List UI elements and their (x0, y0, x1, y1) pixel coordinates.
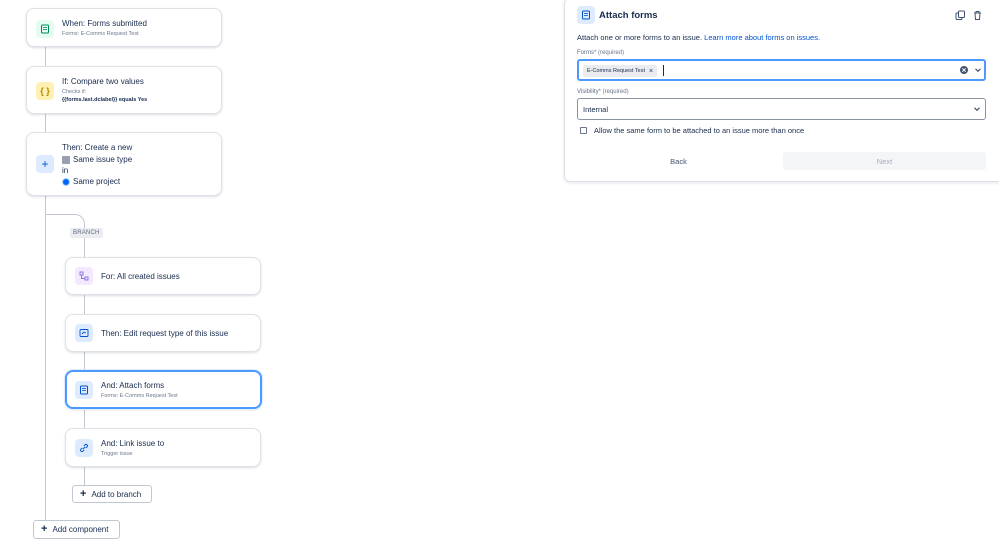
link-issue-title: And: Link issue to (101, 439, 165, 448)
form-icon (577, 6, 595, 24)
create-line2: in (62, 166, 69, 175)
create-line1-text: Same issue type (73, 155, 133, 164)
attach-forms-card[interactable]: And: Attach forms Forms: E-Comms Request… (65, 370, 262, 409)
create-title: Then: Create a new (62, 143, 133, 152)
branch-for-card[interactable]: For: All created issues (65, 257, 261, 295)
add-component-label: Add component (52, 525, 109, 534)
trash-icon[interactable] (972, 10, 983, 21)
link-issue-card[interactable]: And: Link issue to Trigger issue (65, 428, 261, 467)
braces-icon: { } (36, 82, 54, 100)
add-to-branch-label: Add to branch (91, 489, 142, 499)
next-button[interactable]: Next (783, 152, 986, 170)
issue-type-icon (62, 155, 70, 164)
add-to-branch-button[interactable]: + Add to branch (72, 485, 152, 503)
allow-duplicate-label: Allow the same form to be attached to an… (594, 126, 805, 135)
branch-for-title: For: All created issues (101, 272, 180, 281)
visibility-value: Internal (583, 105, 609, 114)
condition-card[interactable]: { } If: Compare two values Checks if: {{… (26, 66, 222, 114)
flow-line-main (45, 46, 46, 524)
create-line3-text: Same project (73, 177, 121, 186)
edit-request-title: Then: Edit request type of this issue (101, 329, 229, 338)
edit-request-card[interactable]: Then: Edit request type of this issue (65, 314, 261, 352)
visibility-field-label: Visibility* (required) (577, 89, 629, 95)
forms-required-text: * (required) (594, 50, 625, 56)
panel-description: Attach one or more forms to an issue. Le… (577, 33, 820, 42)
visibility-select[interactable]: Internal (577, 98, 986, 120)
condition-title: If: Compare two values (62, 77, 144, 86)
create-issue-card[interactable]: + Then: Create a new Same issue type in … (26, 132, 222, 196)
trigger-title: When: Forms submitted (62, 19, 147, 28)
plus-icon: + (80, 487, 87, 500)
trigger-subtitle: Forms: E-Comms Request Test (62, 31, 139, 37)
plus-icon: + (41, 523, 48, 535)
attach-forms-panel: Attach forms Attach one or more forms to… (564, 0, 999, 182)
clear-icon[interactable] (959, 65, 969, 75)
form-icon (75, 381, 93, 399)
duplicate-icon[interactable] (955, 10, 966, 21)
create-line1: Same issue type (62, 155, 132, 164)
chip-remove-icon[interactable]: × (649, 68, 653, 75)
learn-more-link[interactable]: Learn more about forms on issues. (704, 33, 820, 42)
panel-title: Attach forms (599, 10, 658, 21)
visibility-label-text: Visibility (577, 89, 599, 95)
forms-field-label: Forms* (required) (577, 50, 624, 56)
edit-request-icon (75, 324, 93, 342)
allow-duplicate-checkbox[interactable] (580, 127, 587, 134)
create-line3: Same project (62, 177, 120, 186)
description-text: Attach one or more forms to an issue. (577, 33, 703, 42)
trigger-card[interactable]: When: Forms submitted Forms: E-Comms Req… (26, 8, 222, 47)
condition-line2: {{forms.last.dclabel}} equals Yes (62, 97, 148, 103)
forms-select[interactable]: E-Comms Request Test × (577, 59, 986, 81)
chevron-down-icon[interactable] (972, 104, 982, 114)
branch-label: BRANCH (70, 228, 103, 238)
form-chip-label: E-Comms Request Test (587, 68, 645, 74)
back-button[interactable]: Back (577, 152, 780, 170)
plus-icon: + (36, 155, 54, 173)
branch-icon (75, 267, 93, 285)
link-icon (75, 439, 93, 457)
chevron-down-icon[interactable] (973, 65, 983, 75)
project-icon (62, 177, 70, 186)
add-component-button[interactable]: + Add component (33, 520, 120, 539)
attach-forms-title: And: Attach forms (101, 381, 165, 390)
form-chip: E-Comms Request Test × (583, 65, 658, 77)
condition-line1: Checks if: (62, 89, 87, 95)
allow-duplicate-row[interactable]: Allow the same form to be attached to an… (580, 126, 804, 135)
visibility-required-text: * (required) (598, 89, 629, 95)
forms-label-text: Forms (577, 50, 594, 56)
form-icon (36, 20, 54, 38)
text-caret (663, 65, 664, 76)
attach-forms-subtitle: Forms: E-Comms Request Test (101, 393, 178, 399)
link-issue-subtitle: Trigger issue (101, 451, 133, 457)
